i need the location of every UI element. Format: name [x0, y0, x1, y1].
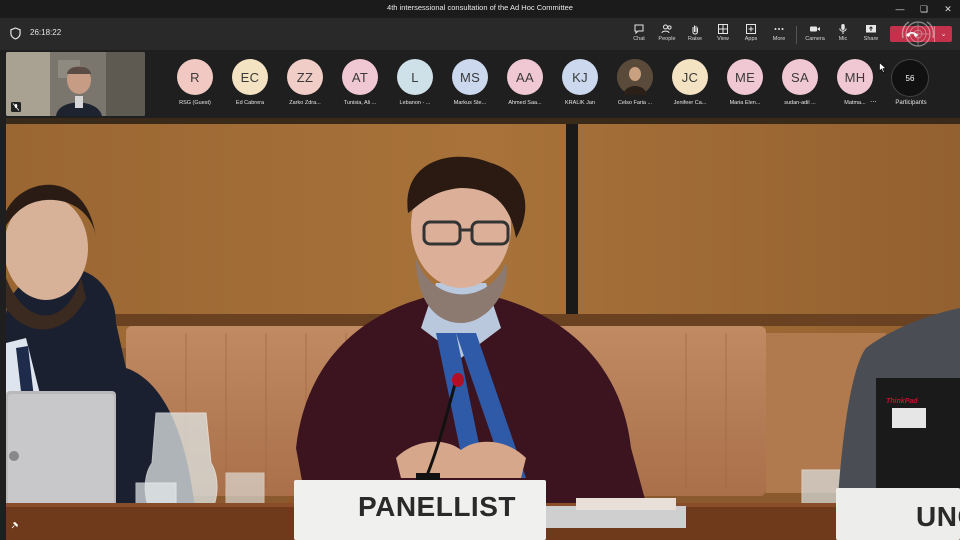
window-title: 4th intersessional consultation of the A… [387, 3, 573, 12]
camera-icon [810, 26, 820, 32]
participant-tile[interactable]: R RSG (Guest) [168, 59, 222, 111]
view-grid-icon [718, 24, 728, 34]
more-icon [774, 28, 784, 30]
participant-avatar: ZZ [287, 59, 323, 95]
participant-tile[interactable]: KJ KRALIK Jan [553, 59, 607, 111]
participant-tile[interactable]: ME Maria Elen... [718, 59, 772, 111]
participant-name: Ahmed Saa... [508, 100, 542, 106]
participant-avatar: AA [507, 59, 543, 95]
participant-tile[interactable]: AT Tunisia, Ali ... [333, 59, 387, 111]
participant-name: sudan-adil ... [784, 100, 816, 106]
raise-label: Raise [687, 36, 703, 42]
view-label: View [717, 36, 729, 42]
nameplate-panellist: PANELLIST [358, 491, 516, 522]
participant-tile[interactable]: L Lebanon - ... [388, 59, 442, 111]
shield-icon [10, 27, 21, 40]
mouse-cursor-icon [879, 62, 887, 73]
participants-count-button[interactable]: 56 [891, 59, 929, 97]
share-icon [866, 25, 876, 33]
participant-name: Markus Ste... [453, 100, 487, 106]
apps-label: Apps [744, 36, 758, 42]
maximize-icon[interactable]: ❏ [912, 0, 936, 18]
participant-avatar: MH [837, 59, 873, 95]
participant-tile[interactable]: ZZ Zarko Zdra... [278, 59, 332, 111]
participant-name: Ed Cabrera [235, 100, 265, 106]
participant-name: RSG (Guest) [179, 100, 211, 106]
mic-muted-icon [11, 102, 21, 112]
participant-tile[interactable]: MS Markus Ste... [443, 59, 497, 111]
people-icon [661, 24, 672, 34]
share-label: Share [863, 36, 879, 42]
self-view-video[interactable] [6, 52, 145, 116]
view-button[interactable]: View [708, 21, 738, 49]
participant-avatar: SA [782, 59, 818, 95]
participant-tile[interactable]: EC Ed Cabrera [223, 59, 277, 111]
more-participants-ellipsis[interactable]: ... [870, 95, 877, 104]
participants-label: Participants [895, 100, 927, 106]
camera-label: Camera [805, 36, 825, 42]
participant-avatar: L [397, 59, 433, 95]
more-label: More [772, 36, 786, 42]
participant-avatar: AT [342, 59, 378, 95]
raise-hand-button[interactable]: Raise [680, 21, 710, 49]
mic-icon [839, 24, 847, 34]
apps-button[interactable]: Apps [736, 21, 766, 49]
participant-tile[interactable]: SA sudan-adil ... [773, 59, 827, 111]
meeting-timer: 26:18:22 [30, 28, 62, 37]
participant-avatar: ME [727, 59, 763, 95]
participant-avatar: KJ [562, 59, 598, 95]
participant-photo-avatar [617, 59, 653, 95]
people-label: People [658, 36, 676, 42]
raise-hand-icon [692, 25, 698, 35]
participant-name: Tunisia, Ali ... [343, 100, 377, 106]
laptop-brand-label: ThinkPad [886, 398, 918, 405]
participant-avatar: JC [672, 59, 708, 95]
people-button[interactable]: People [652, 21, 682, 49]
participant-avatar: R [177, 59, 213, 95]
participant-name: Zarko Zdra... [289, 100, 321, 106]
participant-tile[interactable]: Celso Faria ... [608, 59, 662, 111]
un-emblem-icon [901, 21, 935, 47]
chat-button[interactable]: Chat [624, 21, 654, 49]
participant-name: Maria Elen... [729, 100, 761, 106]
apps-icon [746, 24, 756, 34]
nameplate-right: UNO [916, 501, 960, 532]
window-titlebar: 4th intersessional consultation of the A… [0, 0, 960, 18]
toolbar-divider [796, 26, 797, 44]
participant-tile[interactable]: AA Ahmed Saa... [498, 59, 552, 111]
minimize-icon[interactable]: — [888, 0, 912, 18]
participant-name: Lebanon - ... [399, 100, 431, 106]
close-icon[interactable]: ✕ [936, 0, 960, 18]
pin-icon[interactable] [10, 520, 20, 530]
mic-button[interactable]: Mic [828, 21, 858, 49]
participant-avatar: EC [232, 59, 268, 95]
participant-name: Jenifeer Ca... [673, 100, 707, 106]
share-button[interactable]: Share [856, 21, 886, 49]
participant-tile[interactable]: JC Jenifeer Ca... [663, 59, 717, 111]
more-button[interactable]: More [764, 21, 794, 49]
camera-button[interactable]: Camera [800, 21, 830, 49]
meeting-toolbar: 26:18:22 Chat People Raise View Apps Mor… [0, 18, 960, 50]
chat-icon [634, 24, 644, 35]
mic-label: Mic [838, 36, 848, 42]
participant-name: Celso Faria ... [617, 100, 653, 106]
chat-label: Chat [633, 36, 645, 42]
participant-name: KRALIK Jan [565, 100, 595, 106]
participant-avatar: MS [452, 59, 488, 95]
main-video-feed[interactable]: PANELLIST UNO ThinkPad [6, 118, 960, 540]
